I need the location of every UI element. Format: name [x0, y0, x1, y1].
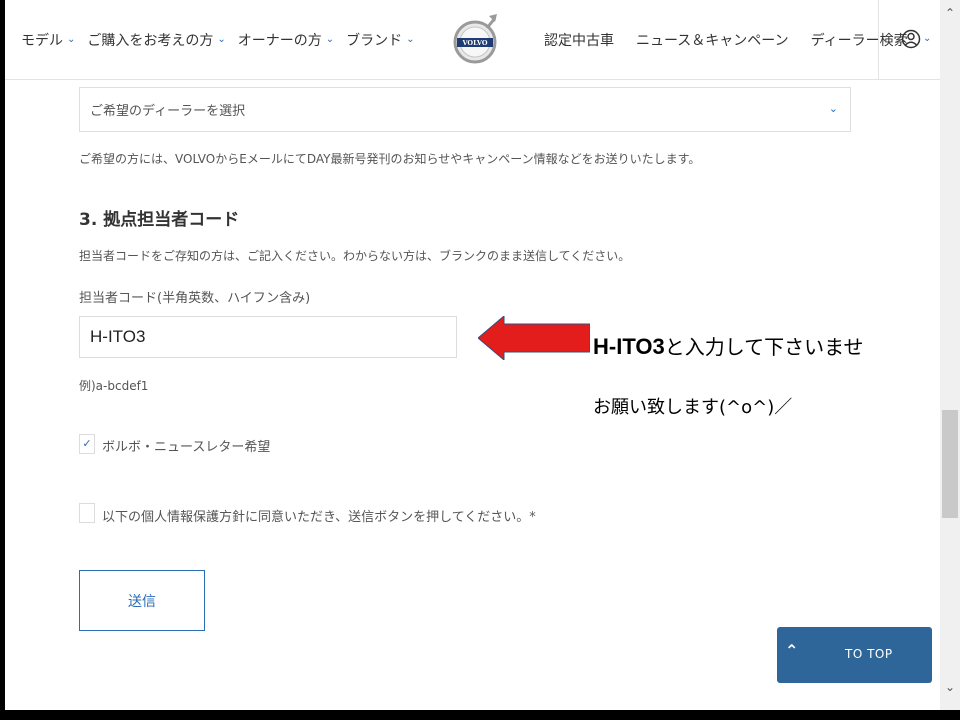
nav-item-label: ブランド — [346, 33, 403, 49]
newsletter-checkbox[interactable]: ✓ — [79, 434, 95, 454]
annotation-instruction-text: と入力して下さいませ — [664, 335, 864, 359]
nav-item-label: ご購入をお考えの方 — [87, 33, 214, 49]
annotation-instruction: H-ITO3と入力して下さいませ — [593, 331, 864, 360]
annotation-code: H-ITO3 — [593, 334, 665, 359]
window-frame-left — [0, 0, 5, 720]
chevron-up-icon: ⌃ — [785, 641, 799, 660]
scroll-up-icon[interactable]: ⌃ — [943, 6, 957, 20]
chevron-down-icon: ⌄ — [923, 32, 932, 44]
primary-nav: モデル ⌄ ご購入をお考えの方 ⌄ オーナーの方 ⌄ ブランド ⌄ — [21, 30, 427, 50]
annotation-request: お願い致します(^o^)／ — [593, 397, 793, 418]
to-top-label: TO TOP — [845, 647, 893, 661]
privacy-consent-label: 以下の個人情報保護方針に同意いただき、送信ボタンを押してください。* — [102, 510, 536, 525]
code-example: 例)a-bcdef1 — [79, 379, 149, 393]
section-description: 担当者コードをご存知の方は、ご記入ください。わからない方は、ブランクのまま送信し… — [79, 249, 631, 263]
chevron-down-icon: ⌄ — [217, 33, 226, 45]
newsletter-label: ボルボ・ニュースレター希望 — [102, 440, 271, 455]
nav-item-dealer-search[interactable]: ディーラー検索 — [811, 30, 908, 50]
chevron-down-icon: ⌄ — [828, 102, 838, 115]
dealer-select[interactable]: ご希望のディーラーを選択 ⌄ — [79, 87, 851, 132]
site-header: モデル ⌄ ご購入をお考えの方 ⌄ オーナーの方 ⌄ ブランド ⌄ VOLVO … — [5, 0, 940, 80]
scrollbar[interactable]: ⌃ ⌄ — [940, 0, 960, 710]
submit-button[interactable]: 送信 — [79, 570, 205, 631]
chevron-down-icon: ⌄ — [325, 33, 335, 45]
staff-code-input[interactable] — [79, 316, 457, 358]
user-icon — [901, 29, 921, 49]
window-frame-bottom — [0, 710, 960, 720]
code-field-label: 担当者コード(半角英数、ハイフン含み) — [79, 291, 311, 306]
dealer-select-value: ご希望のディーラーを選択 — [90, 104, 246, 119]
nav-item-news[interactable]: ニュース＆キャンペーン — [636, 30, 789, 50]
nav-item-certified-used[interactable]: 認定中古車 — [544, 30, 614, 50]
privacy-consent-checkbox[interactable] — [79, 503, 95, 523]
header-divider — [878, 0, 879, 80]
section-title: 3. 拠点担当者コード — [79, 210, 240, 230]
volvo-logo[interactable]: VOLVO — [451, 10, 499, 70]
logo-text: VOLVO — [462, 39, 488, 47]
nav-item-purchase[interactable]: ご購入をお考えの方 ⌄ — [87, 30, 225, 50]
nav-item-models[interactable]: モデル ⌄ — [21, 30, 75, 50]
nav-item-label: ディーラー検索 — [810, 33, 908, 49]
chevron-down-icon: ⌄ — [67, 33, 76, 45]
nav-item-label: 認定中古車 — [544, 33, 614, 49]
nav-item-brand[interactable]: ブランド ⌄ — [346, 30, 414, 50]
to-top-button[interactable]: ⌃ TO TOP — [777, 627, 932, 683]
chevron-down-icon: ⌄ — [406, 33, 415, 45]
scroll-down-icon[interactable]: ⌄ — [943, 680, 957, 694]
nav-item-label: オーナーの方 — [237, 33, 322, 49]
secondary-nav: 認定中古車 ニュース＆キャンペーン ディーラー検索 — [544, 30, 930, 50]
account-button[interactable]: ⌄ — [901, 28, 931, 50]
checkmark-icon: ✓ — [82, 437, 92, 450]
red-arrow-annotation — [478, 316, 590, 360]
nav-item-label: ニュース＆キャンペーン — [636, 33, 789, 49]
scrollbar-thumb[interactable] — [942, 410, 958, 518]
dealer-note: ご希望の方には、VOLVOからEメールにてDAY最新号発刊のお知らせやキャンペー… — [79, 152, 701, 166]
nav-item-owners[interactable]: オーナーの方 ⌄ — [238, 30, 334, 50]
nav-item-label: モデル — [21, 33, 63, 49]
